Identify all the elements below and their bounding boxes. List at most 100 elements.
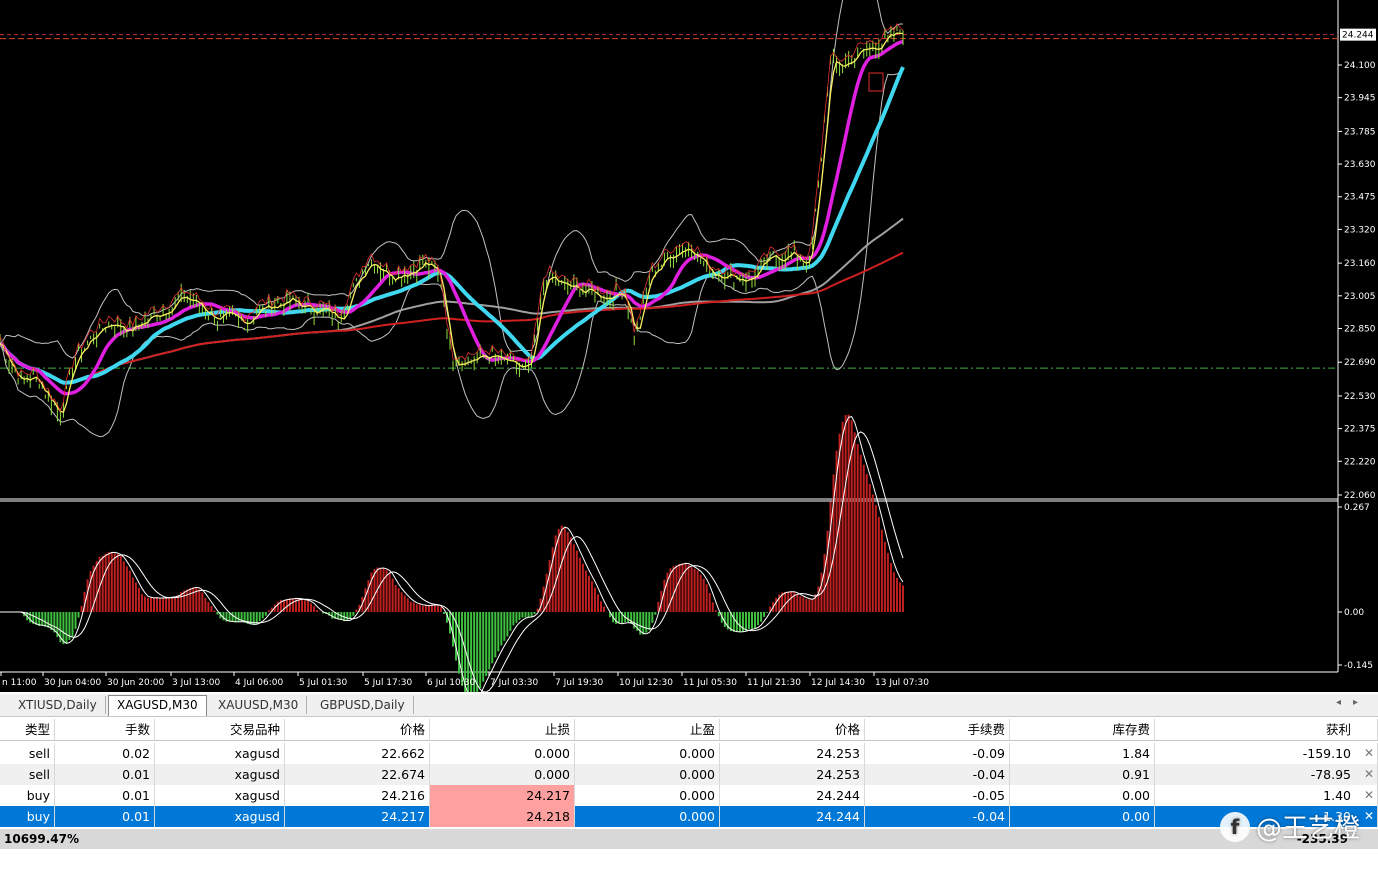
price-tick-label: 23.005 (1344, 292, 1376, 302)
watermark: f @王艺橙 (1219, 808, 1360, 845)
cell-type: sell (0, 764, 55, 785)
time-tick-label: 13 Jul 07:30 (875, 678, 929, 688)
close-position-icon[interactable]: ✕ (1364, 785, 1374, 806)
cell-profit: -78.95 (1155, 764, 1378, 785)
header-swap: 库存费 (1010, 719, 1155, 740)
cell-open-price: 22.662 (285, 743, 430, 764)
tab-gbpusd-daily[interactable]: GBPUSD,Daily (312, 696, 414, 714)
cell-volume: 0.01 (55, 785, 155, 806)
cell-stop-loss: 0.000 (430, 743, 575, 764)
cell-swap: 1.84 (1010, 743, 1155, 764)
price-tick-label: 22.850 (1344, 324, 1376, 334)
table-row[interactable]: buy 0.01 xagusd 24.217 24.218 0.000 24.244 -0.0… (0, 806, 1378, 827)
price-chart[interactable]: 24.100 23.945 23.785 23.630 23.475 23.320 23.1… (0, 0, 1378, 692)
time-tick-label: 30 Jun 20:00 (107, 678, 164, 688)
time-tick-label: 7 Jul 19:30 (555, 678, 604, 688)
time-tick-label: 6 Jul 10:30 (427, 678, 476, 688)
osc-tick-label: -0.145 (1344, 661, 1373, 671)
header-symbol: 交易品种 (155, 719, 285, 740)
header-profit: 获利 (1155, 719, 1378, 740)
header-type: 类型 (0, 719, 55, 740)
cell-commission: -0.04 (865, 764, 1010, 785)
time-tick-label: 7 Jul 03:30 (490, 678, 539, 688)
cell-volume: 0.02 (55, 743, 155, 764)
header-commission: 手续费 (865, 719, 1010, 740)
cell-open-price: 22.674 (285, 764, 430, 785)
watermark-text: @王艺橙 (1255, 814, 1360, 844)
cell-volume: 0.01 (55, 806, 155, 827)
cell-commission: -0.05 (865, 785, 1010, 806)
cell-symbol: xagusd (155, 764, 285, 785)
osc-tick-label: 0.00 (1344, 608, 1364, 618)
header-take-profit: 止盈 (575, 719, 720, 740)
price-tick-label: 22.530 (1344, 392, 1376, 402)
cell-profit: 1.40 (1155, 785, 1378, 806)
cell-type: buy (0, 785, 55, 806)
cell-stop-loss: 24.218 (430, 806, 575, 827)
cell-type: buy (0, 806, 55, 827)
price-tick-label: 22.060 (1344, 491, 1376, 501)
table-header: 类型 手数 交易品种 价格 止损 止盈 价格 手续费 库存费 获利 (0, 719, 1378, 741)
table-row[interactable]: buy 0.01 xagusd 24.216 24.217 0.000 24.244 -0.0… (0, 785, 1378, 806)
tab-scroll-arrows-icon[interactable]: ◂▸ (1336, 697, 1370, 708)
header-stop-loss: 止损 (430, 719, 575, 740)
time-tick-label: 30 Jun 04:00 (44, 678, 101, 688)
current-price-label: 24.244 (1342, 31, 1374, 41)
balance-row: 10699.47% -235.39 (0, 829, 1378, 849)
cell-profit: -159.10 (1155, 743, 1378, 764)
time-tick-label: 12 Jul 14:30 (811, 678, 865, 688)
price-tick-label: 23.160 (1344, 259, 1376, 269)
cell-current-price: 24.244 (720, 806, 865, 827)
signal-line (0, 431, 904, 692)
time-tick-label: 4 Jul 06:00 (235, 678, 284, 688)
cell-take-profit: 0.000 (575, 764, 720, 785)
table-row[interactable]: sell 0.02 xagusd 22.662 0.000 0.000 24.253 -0.0… (0, 743, 1378, 764)
cell-swap: 0.00 (1010, 806, 1155, 827)
cell-stop-loss: 24.217 (430, 785, 575, 806)
upper-band-line (0, 0, 903, 359)
price-tick-label: 24.100 (1344, 61, 1376, 71)
price-tick-label: 23.785 (1344, 127, 1376, 137)
header-current-price: 价格 (720, 719, 865, 740)
cell-commission: -0.04 (865, 806, 1010, 827)
time-tick-label: 11 Jul 21:30 (747, 678, 801, 688)
cell-take-profit: 0.000 (575, 743, 720, 764)
price-tick-label: 23.630 (1344, 160, 1376, 170)
price-tick-label: 23.320 (1344, 225, 1376, 235)
chart-tabs-bar: XTIUSD,Daily XAGUSD,M30 XAUUSD,M30 GBPUS… (0, 694, 1378, 717)
cell-current-price: 24.253 (720, 764, 865, 785)
cell-stop-loss: 0.000 (430, 764, 575, 785)
cell-symbol: xagusd (155, 806, 285, 827)
tab-xagusd-m30[interactable]: XAGUSD,M30 (108, 695, 207, 716)
tab-xauusd-m30[interactable]: XAUUSD,M30 (210, 696, 308, 714)
margin-level: 10699.47% (4, 832, 80, 846)
close-position-icon[interactable]: ✕ (1364, 806, 1374, 827)
cell-take-profit: 0.000 (575, 806, 720, 827)
time-tick-label: 10 Jul 12:30 (619, 678, 673, 688)
cell-volume: 0.01 (55, 764, 155, 785)
table-row[interactable]: sell 0.01 xagusd 22.674 0.000 0.000 24.253 -0.0… (0, 764, 1378, 785)
cell-take-profit: 0.000 (575, 785, 720, 806)
price-tick-label: 22.375 (1344, 425, 1376, 435)
fast-moving-average-line (0, 39, 904, 396)
close-position-icon[interactable]: ✕ (1364, 764, 1374, 785)
tab-xtiusd-daily[interactable]: XTIUSD,Daily (10, 696, 106, 714)
macd-line (0, 416, 904, 692)
time-tick-label: 5 Jul 01:30 (299, 678, 348, 688)
cell-symbol: xagusd (155, 743, 285, 764)
time-tick-label: n 11:00 (2, 678, 37, 688)
time-tick-label: 5 Jul 17:30 (364, 678, 413, 688)
price-tick-label: 23.945 (1344, 94, 1376, 104)
price-tick-label: 22.220 (1344, 457, 1376, 467)
long-moving-average-line (0, 217, 904, 384)
cell-type: sell (0, 743, 55, 764)
cell-commission: -0.09 (865, 743, 1010, 764)
lower-band-line (0, 68, 904, 438)
cell-swap: 0.91 (1010, 764, 1155, 785)
chart-window[interactable]: 24.100 23.945 23.785 23.630 23.475 23.320 23.1… (0, 0, 1378, 692)
zhihu-logo-icon: f (1219, 811, 1250, 842)
close-position-icon[interactable]: ✕ (1364, 743, 1374, 764)
time-tick-label: 11 Jul 05:30 (683, 678, 737, 688)
price-tick-label: 23.475 (1344, 193, 1376, 203)
cell-open-price: 24.216 (285, 785, 430, 806)
